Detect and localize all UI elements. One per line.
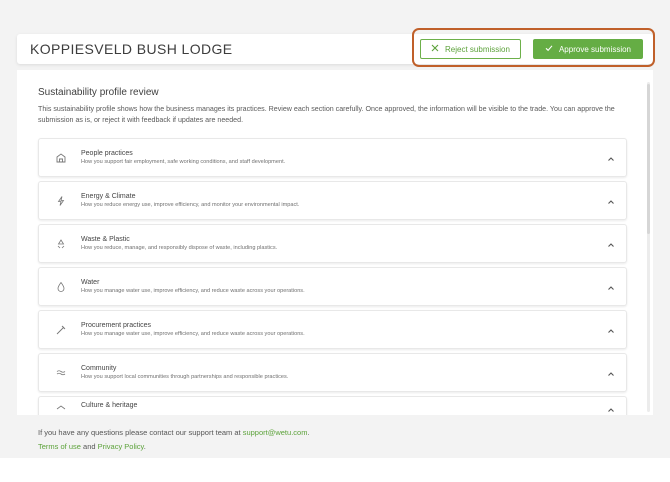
section-title: People practices — [81, 150, 133, 157]
procurement-icon — [55, 324, 67, 336]
review-description: This sustainability profile shows how th… — [38, 105, 615, 124]
footer-period-2: . — [143, 442, 146, 451]
chevron-up-icon[interactable] — [606, 194, 616, 204]
review-title: Sustainability profile review — [38, 87, 159, 98]
check-icon — [545, 44, 553, 55]
section-people-practices[interactable]: People practices How you support fair em… — [38, 138, 627, 177]
section-title: Community — [81, 365, 117, 372]
footer-links-line: Terms of use and Privacy Policy. — [38, 440, 310, 454]
privacy-policy-link[interactable]: Privacy Policy — [98, 442, 144, 451]
chevron-up-icon[interactable] — [606, 323, 616, 333]
community-icon — [55, 367, 67, 379]
footer-contact-text: If you have any questions please contact… — [38, 428, 243, 437]
water-drop-icon — [55, 281, 67, 293]
section-energy-climate[interactable]: Energy & Climate How you reduce energy u… — [38, 181, 627, 220]
terms-of-use-link[interactable]: Terms of use — [38, 442, 81, 451]
section-title: Procurement practices — [81, 322, 152, 329]
section-description: How you support fair employment, safe wo… — [81, 159, 286, 165]
footer-period: . — [307, 428, 310, 437]
approve-submission-button[interactable]: Approve submission — [533, 39, 643, 59]
people-icon — [55, 152, 67, 164]
section-waste-plastic[interactable]: Waste & Plastic How you reduce, manage, … — [38, 224, 627, 263]
close-icon — [431, 44, 439, 55]
chevron-up-icon[interactable] — [606, 402, 616, 412]
chevron-up-icon[interactable] — [606, 237, 616, 247]
reject-submission-label: Reject submission — [445, 44, 510, 54]
page-title: KOPPIESVELD BUSH LODGE — [30, 41, 233, 57]
section-description: How you reduce, manage, and responsibly … — [81, 245, 278, 251]
section-description: How you support local communities throug… — [81, 374, 289, 380]
section-community[interactable]: Community How you support local communit… — [38, 353, 627, 392]
approve-submission-label: Approve submission — [558, 44, 632, 54]
section-description: How you reduce energy use, improve effic… — [81, 202, 300, 208]
footer-and-text: and — [80, 442, 98, 451]
culture-icon — [55, 403, 67, 415]
section-description: How you manage water use, improve effici… — [81, 288, 305, 294]
section-title: Water — [81, 279, 100, 286]
section-description: How you manage water use, improve effici… — [81, 331, 305, 337]
section-title: Energy & Climate — [81, 193, 136, 200]
section-title: Culture & heritage — [81, 402, 138, 409]
reject-submission-button[interactable]: Reject submission — [420, 39, 521, 59]
section-culture-heritage[interactable]: Culture & heritage — [38, 396, 627, 415]
recycle-icon — [55, 238, 67, 250]
chevron-up-icon[interactable] — [606, 151, 616, 161]
chevron-up-icon[interactable] — [606, 280, 616, 290]
footer-contact-line: If you have any questions please contact… — [38, 426, 310, 440]
support-email-link[interactable]: support@wetu.com — [243, 428, 308, 437]
section-water[interactable]: Water How you manage water use, improve … — [38, 267, 627, 306]
scrollbar-thumb[interactable] — [647, 84, 650, 234]
chevron-up-icon[interactable] — [606, 366, 616, 376]
section-procurement-practices[interactable]: Procurement practices How you manage wat… — [38, 310, 627, 349]
section-title: Waste & Plastic — [81, 236, 130, 243]
review-panel: Sustainability profile review This susta… — [17, 70, 653, 415]
footer: If you have any questions please contact… — [38, 426, 310, 454]
lightning-icon — [55, 195, 67, 207]
